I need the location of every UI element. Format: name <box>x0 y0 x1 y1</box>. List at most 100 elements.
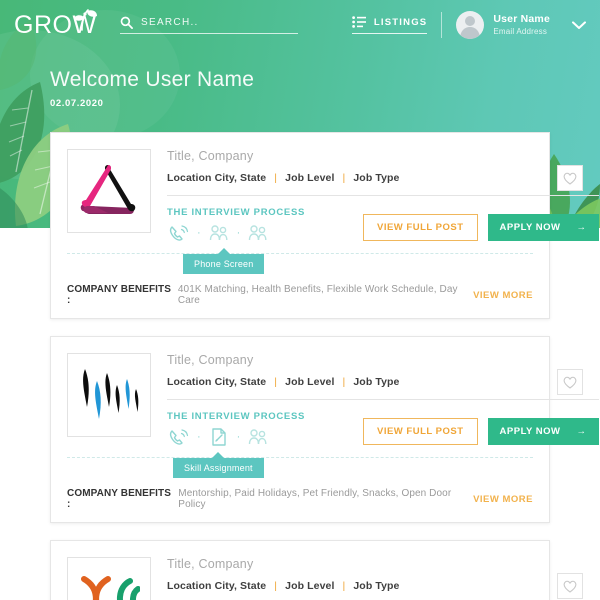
tooltip-zone: Phone Screen <box>51 248 549 274</box>
process-dot: · <box>197 430 201 443</box>
card-actions: VIEW FULL POST APPLY NOW → <box>363 214 599 243</box>
apply-now-label: APPLY NOW <box>499 222 561 233</box>
interview-process-icons: · · <box>167 223 363 243</box>
job-card-main: Title, Company Location City, State | Jo… <box>151 557 599 600</box>
job-level: Job Level <box>285 172 335 184</box>
search-input[interactable] <box>141 17 298 28</box>
user-name: User Name <box>493 13 550 26</box>
benefits-label: COMPANY BENEFITS : <box>67 284 172 306</box>
meta-separator: | <box>342 580 346 592</box>
people-icon[interactable] <box>246 223 270 243</box>
job-card-body: Title, Company Location City, State | Jo… <box>51 337 599 447</box>
heart-icon <box>563 172 576 185</box>
heart-icon <box>563 376 576 389</box>
logo[interactable]: GROW <box>14 8 106 38</box>
company-logo <box>67 557 151 600</box>
job-title: Title, Company <box>167 149 254 163</box>
nav-item-listings-label: LISTINGS <box>373 16 428 28</box>
meta-separator: | <box>342 376 346 388</box>
search-bar[interactable] <box>120 16 298 34</box>
meta-separator: | <box>342 172 346 184</box>
job-level: Job Level <box>285 376 335 388</box>
process-dot: · <box>236 430 241 443</box>
interview-process-icons: · · <box>167 427 363 447</box>
chevron-down-icon[interactable] <box>572 20 586 30</box>
interview-process-label: THE INTERVIEW PROCESS <box>167 411 306 422</box>
job-card-body: Title, Company Location City, State | Jo… <box>51 541 583 600</box>
header-divider <box>441 12 443 38</box>
job-type: Job Type <box>353 376 400 388</box>
company-logo <box>67 149 151 233</box>
interview-process-row: THE INTERVIEW PROCESS · · VIEW FULL POST… <box>167 196 599 243</box>
favorite-button[interactable] <box>556 369 583 395</box>
job-type: Job Type <box>353 580 400 592</box>
list-icon <box>352 16 366 28</box>
job-meta: Location City, State | Job Level | Job T… <box>167 172 599 184</box>
interview-process: THE INTERVIEW PROCESS · · <box>167 207 363 243</box>
phone-icon[interactable] <box>167 223 191 243</box>
tooltip-zone: Skill Assignment <box>51 452 549 478</box>
job-title: Title, Company <box>167 353 254 367</box>
arrow-right-icon: → <box>576 222 587 233</box>
job-level: Job Level <box>285 580 335 592</box>
process-dot: · <box>236 226 241 239</box>
view-full-post-button[interactable]: VIEW FULL POST <box>363 418 478 445</box>
welcome-block: Welcome User Name 02.07.2020 <box>50 68 254 109</box>
heart-icon <box>563 580 576 593</box>
benefits-row: COMPANY BENEFITS : 401K Matching, Health… <box>51 272 549 318</box>
people-icon[interactable] <box>246 427 270 447</box>
job-card-main: Title, Company Location City, State | Jo… <box>151 149 599 243</box>
sprout-leaf-icon <box>74 8 97 31</box>
job-type: Job Type <box>353 172 400 184</box>
user-email: Email Address <box>493 26 548 36</box>
user-menu[interactable]: User Name Email Address <box>456 11 586 39</box>
job-meta: Location City, State | Job Level | Job T… <box>167 376 599 388</box>
job-card[interactable]: Title, Company Location City, State | Jo… <box>50 540 583 600</box>
job-location: Location City, State <box>167 376 267 388</box>
view-more-link[interactable]: VIEW MORE <box>473 290 533 301</box>
job-card-main: Title, Company Location City, State | Jo… <box>151 353 599 447</box>
meta-separator: | <box>274 580 278 592</box>
benefits-text: 401K Matching, Health Benefits, Flexible… <box>177 284 458 306</box>
apply-now-button[interactable]: APPLY NOW → <box>487 418 599 445</box>
view-full-post-button[interactable]: VIEW FULL POST <box>363 214 478 241</box>
apply-now-label: APPLY NOW <box>499 426 561 437</box>
app-header: GROW SEARCH.. LISTINGS User Name Email A… <box>0 0 600 50</box>
interview-process: THE INTERVIEW PROCESS · · <box>167 411 363 447</box>
avatar-icon <box>460 16 481 39</box>
job-card-body: Title, Company Location City, State | Jo… <box>51 133 599 243</box>
benefits-row: COMPANY BENEFITS : Mentorship, Paid Holi… <box>51 476 549 522</box>
meta-separator: | <box>274 376 278 388</box>
favorite-button[interactable] <box>556 165 583 191</box>
arrow-right-icon: → <box>576 426 587 437</box>
card-actions: VIEW FULL POST APPLY NOW → <box>363 418 599 447</box>
favorite-button[interactable] <box>556 573 583 599</box>
job-location: Location City, State <box>167 172 267 184</box>
job-title: Title, Company <box>167 557 254 571</box>
company-logo <box>67 353 151 437</box>
page-root: GROW SEARCH.. LISTINGS User Name Email A… <box>0 0 600 600</box>
header-right: LISTINGS User Name Email Address <box>351 11 586 39</box>
people-icon[interactable] <box>207 223 231 243</box>
view-more-link[interactable]: VIEW MORE <box>473 494 533 505</box>
page-title: Welcome User Name <box>50 68 255 91</box>
user-meta: User Name Email Address <box>493 13 550 36</box>
process-tooltip: Phone Screen <box>183 248 265 274</box>
job-location: Location City, State <box>167 580 267 592</box>
search-icon <box>120 16 133 29</box>
benefits-label: COMPANY BENEFITS : <box>67 488 172 510</box>
document-icon[interactable] <box>207 427 231 447</box>
job-listings: Title, Company Location City, State | Jo… <box>50 132 599 600</box>
job-card[interactable]: Title, Company Location City, State | Jo… <box>50 336 599 523</box>
arcs-logo <box>81 576 140 600</box>
avatar <box>456 11 485 39</box>
current-date: 02.07.2020 <box>50 98 104 109</box>
benefits-text: Mentorship, Paid Holidays, Pet Friendly,… <box>178 488 452 510</box>
process-tooltip: Skill Assignment <box>173 452 264 478</box>
apply-now-button[interactable]: APPLY NOW → <box>487 214 599 241</box>
triangle-logo <box>80 165 136 214</box>
diamonds-logo <box>83 369 139 419</box>
phone-icon[interactable] <box>167 427 191 447</box>
job-card[interactable]: Title, Company Location City, State | Jo… <box>50 132 599 319</box>
nav-item-listings[interactable]: LISTINGS <box>351 16 428 34</box>
